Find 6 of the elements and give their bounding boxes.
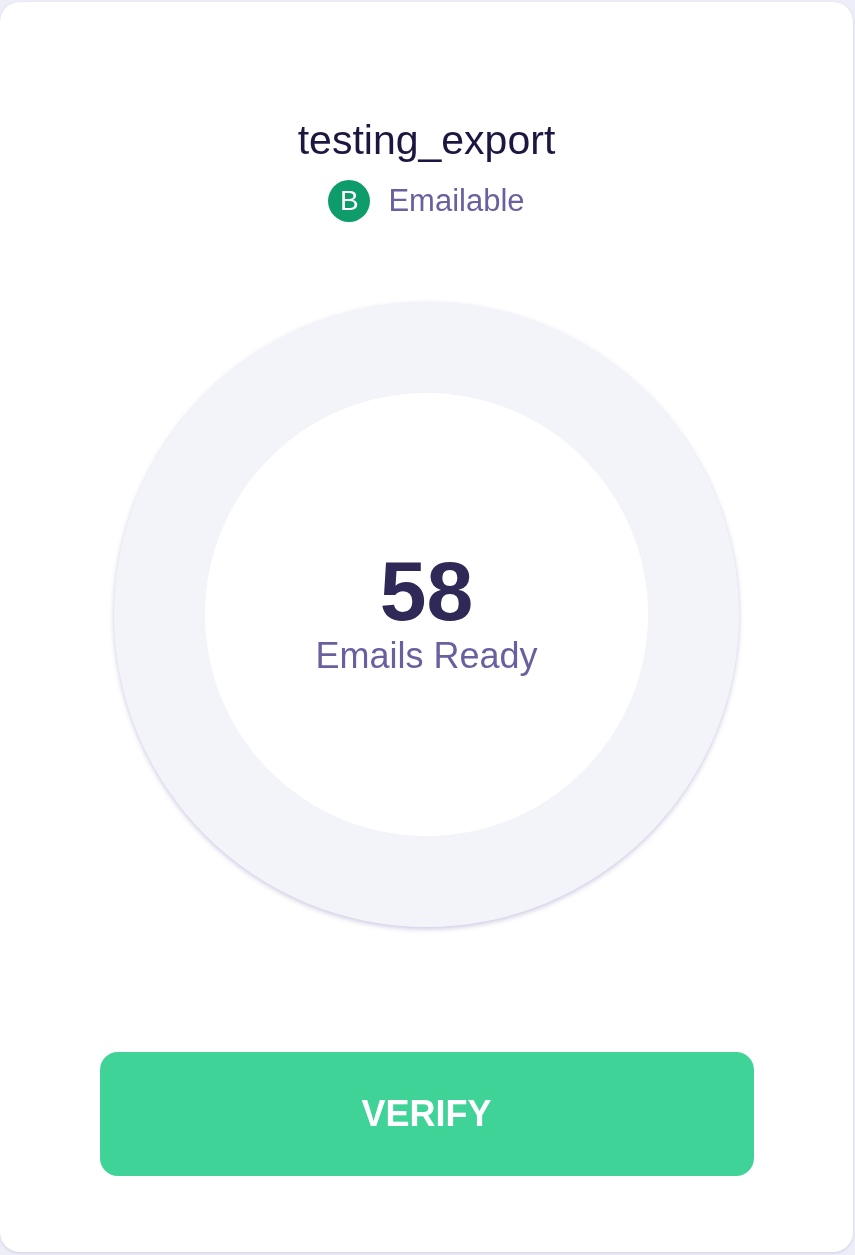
count-caption: Emails Ready (315, 633, 538, 678)
status-label: Emailable (388, 182, 525, 220)
verify-button[interactable]: VERIFY (99, 1052, 754, 1176)
email-count: 58 (379, 547, 474, 634)
letter-badge-icon: B (328, 180, 371, 222)
list-title: testing_export (297, 116, 556, 165)
